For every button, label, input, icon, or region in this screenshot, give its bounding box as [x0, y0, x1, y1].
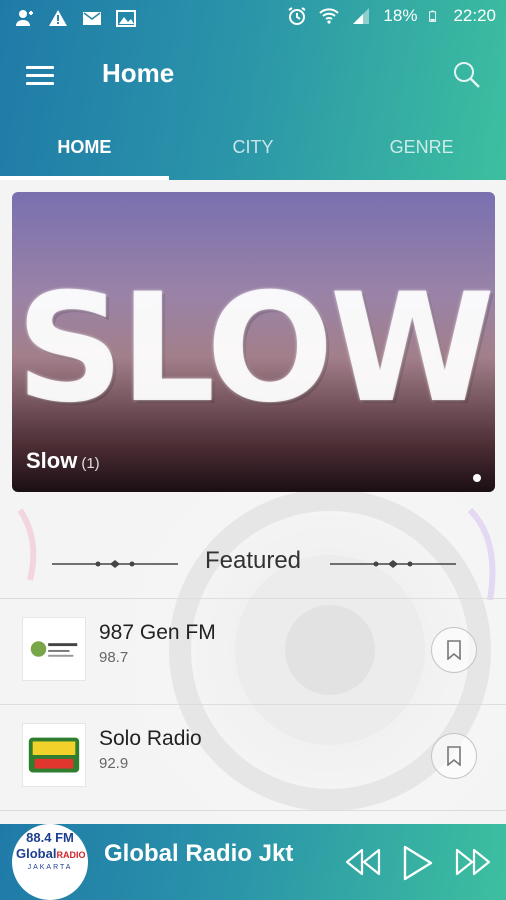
bookmark-icon — [447, 640, 461, 660]
tab-bar: HOME CITY GENRE — [0, 114, 506, 180]
banner-label: Slow (1) — [26, 448, 100, 474]
banner-count: (1) — [81, 455, 100, 472]
home-content[interactable]: SLOW Slow (1) Featured 987 Gen FM 98.7 S… — [0, 180, 506, 824]
station-row-gen-fm[interactable]: 987 Gen FM 98.7 — [0, 598, 506, 704]
menu-icon — [26, 66, 54, 69]
menu-button[interactable] — [26, 66, 54, 86]
search-icon[interactable] — [452, 60, 482, 90]
play-icon[interactable] — [402, 844, 434, 882]
battery-icon — [429, 10, 437, 22]
banner-image-text: SLOW — [15, 262, 495, 436]
signal-icon — [353, 8, 370, 24]
wifi-icon — [319, 8, 340, 24]
bookmark-icon — [447, 746, 461, 766]
carousel-indicator[interactable] — [473, 474, 481, 482]
gen-fm-logo — [22, 617, 86, 681]
station-row-solo-radio[interactable]: Solo Radio 92.9 — [0, 704, 506, 810]
genre-banner[interactable]: SLOW Slow (1) — [12, 192, 495, 492]
now-playing-station: Global Radio Jkt — [104, 840, 294, 867]
station-name: Solo Radio — [99, 727, 202, 750]
divider — [0, 810, 506, 811]
ornament-right-icon — [330, 560, 456, 568]
header-background: 18% 22:20 Home HOME CITY GENRE — [0, 0, 506, 180]
gallery-icon — [116, 10, 136, 27]
featured-header: Featured — [0, 542, 506, 582]
bookmark-button[interactable] — [431, 733, 477, 779]
page-title: Home — [102, 58, 175, 88]
battery-percent: 18% — [383, 6, 418, 25]
logo-city: JAKARTA — [27, 864, 73, 871]
mini-player[interactable]: 88.4 FM GlobalRADIO JAKARTA Global Radio… — [0, 824, 506, 900]
alarm-icon — [288, 7, 306, 25]
app-bar: Home — [0, 36, 506, 114]
warning-icon — [49, 10, 67, 26]
solo-radio-logo — [22, 723, 86, 787]
bookmark-button[interactable] — [431, 627, 477, 673]
person-add-icon — [16, 10, 33, 26]
global-radio-logo: 88.4 FM GlobalRADIO JAKARTA — [12, 824, 88, 900]
mail-icon — [83, 12, 101, 25]
station-name: 987 Gen FM — [99, 621, 216, 644]
tab-genre[interactable]: GENRE — [337, 114, 506, 180]
fast-forward-icon[interactable] — [454, 844, 492, 880]
tab-city[interactable]: CITY — [169, 114, 338, 180]
logo-wordmark: GlobalRADIO — [16, 846, 86, 861]
clock: 22:20 — [453, 6, 496, 25]
station-frequency: 98.7 — [99, 649, 129, 666]
banner-genre-name: Slow — [26, 448, 78, 473]
rewind-icon[interactable] — [344, 844, 382, 880]
tab-home[interactable]: HOME — [0, 114, 169, 180]
logo-frequency: 88.4 FM — [26, 830, 74, 845]
status-bar: 18% 22:20 — [0, 0, 506, 36]
station-frequency: 92.9 — [99, 755, 129, 772]
